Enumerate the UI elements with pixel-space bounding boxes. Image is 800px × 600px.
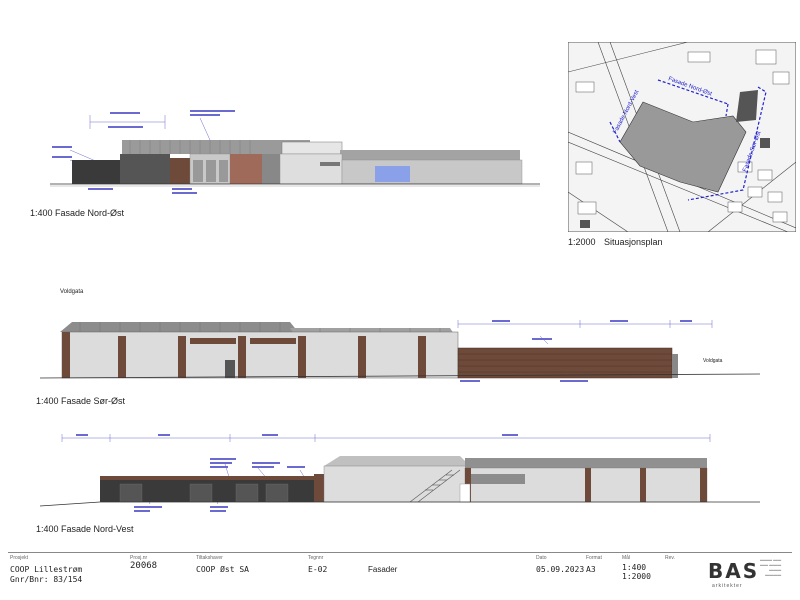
date: 05.09.2023 [536,565,585,574]
bas-logo-subtitle: arkitekter [712,583,743,589]
drawing-number: E-02 [308,565,328,574]
scale-caption: Mål [622,555,631,561]
scale-2: 1:2000 [622,572,651,581]
facade-nord-ost-label: 1:400 Fasade Nord-Øst [30,208,125,218]
project-number: 20068 [130,561,158,571]
client-name: COOP Øst SA [196,565,249,574]
facade-sor-ost-label: 1:400 Fasade Sør-Øst [36,396,126,406]
bas-logo: BAS [708,559,760,583]
office-address-block: ▬▬▬ ▬▬ ▬▬ ▬▬▬ ▬▬▬ ▬▬▬▬ [760,557,782,577]
scale-1: 1:400 [622,563,647,572]
facade-sor-ost-drawing [40,320,760,382]
situation-plan-map: Fasade Nord-Øst Fasade Sør-Øst Fasade No… [568,42,796,232]
date-caption: Dato [536,555,547,561]
client-caption: Tiltakshaver [196,555,223,561]
situation-plan-scale: 1:2000 [568,237,596,247]
format-caption: Format [586,555,602,561]
street-label-voldgata: Voldgata [60,289,84,295]
facade-nord-ost-drawing [50,110,540,194]
facade-nord-vest-label: 1:400 Fasade Nord-Vest [36,524,134,534]
street-label-voldgata-right: Voldgata [703,358,723,364]
situation-plan-title: Situasjonsplan [604,237,663,247]
drawing-title: Fasader [368,565,398,574]
project-caption: Prosjekt [10,555,29,561]
drawing-number-caption: Tegnnr [308,555,324,561]
title-block: Prosjekt COOP Lillestrøm Gnr/Bnr: 83/154… [8,552,792,595]
project-gnr: Gnr/Bnr: 83/154 [10,575,83,584]
facade-nord-vest-drawing [40,434,760,512]
project-name: COOP Lillestrøm [10,565,83,574]
format: A3 [586,565,596,574]
revision-caption: Rev. [665,555,675,561]
